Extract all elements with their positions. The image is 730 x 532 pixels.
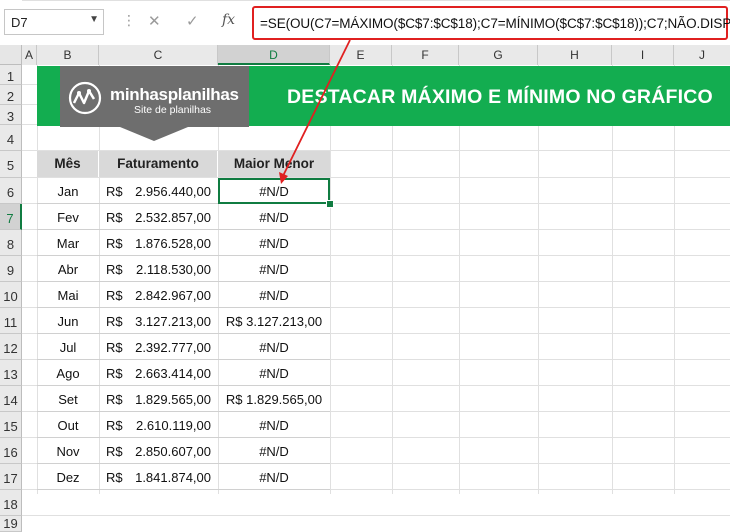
- cell-revenue[interactable]: 2.532.857,00: [99, 204, 211, 230]
- cell-max-min[interactable]: #N/D: [218, 412, 330, 438]
- cell-month[interactable]: Set: [37, 386, 99, 412]
- row-header-14[interactable]: 14: [0, 386, 22, 412]
- logo-name: minhasplanilhas: [110, 85, 239, 104]
- formula-text: =SE(OU(C7=MÁXIMO($C$7:$C$18);C7=MÍNIMO($…: [260, 16, 730, 31]
- active-cell-d7[interactable]: [218, 178, 330, 204]
- cell-max-min[interactable]: #N/D: [218, 256, 330, 282]
- cell-month[interactable]: Out: [37, 412, 99, 438]
- row-header-7[interactable]: 7: [0, 204, 22, 230]
- cell-revenue[interactable]: 2.850.607,00: [99, 438, 211, 464]
- table-row-border: [37, 489, 330, 490]
- select-all-corner[interactable]: [0, 45, 22, 65]
- cell-max-min[interactable]: #N/D: [218, 204, 330, 230]
- cell-revenue[interactable]: 2.663.414,00: [99, 360, 211, 386]
- cell-month[interactable]: Abr: [37, 256, 99, 282]
- row-header-2[interactable]: 2: [0, 85, 22, 105]
- cell-month[interactable]: Dez: [37, 464, 99, 490]
- cancel-icon[interactable]: ✕: [148, 12, 161, 30]
- grid-line: [22, 515, 730, 516]
- cell-max-min[interactable]: #N/D: [218, 360, 330, 386]
- formula-input[interactable]: =SE(OU(C7=MÁXIMO($C$7:$C$18);C7=MÍNIMO($…: [252, 6, 730, 40]
- column-header-i[interactable]: I: [612, 45, 674, 65]
- column-header-g[interactable]: G: [459, 45, 538, 65]
- row-header-5[interactable]: 5: [0, 151, 22, 178]
- header-revenue: Faturamento: [99, 151, 218, 177]
- cell-max-min[interactable]: #N/D: [218, 230, 330, 256]
- cell-revenue[interactable]: 1.841.874,00: [99, 464, 211, 490]
- cell-month[interactable]: Ago: [37, 360, 99, 386]
- column-header-c[interactable]: C: [99, 45, 218, 65]
- cell-month[interactable]: Jun: [37, 308, 99, 334]
- row-header-11[interactable]: 11: [0, 308, 22, 334]
- row-header-10[interactable]: 10: [0, 282, 22, 308]
- column-header-a[interactable]: A: [22, 45, 37, 65]
- column-header-e[interactable]: E: [330, 45, 392, 65]
- logo-pointer: [120, 127, 188, 141]
- row-header-6[interactable]: 6: [0, 178, 22, 204]
- cell-revenue[interactable]: 1.829.565,00: [99, 386, 211, 412]
- row-header-16[interactable]: 16: [0, 438, 22, 464]
- more-options-icon: ⋮: [122, 12, 136, 28]
- column-header-f[interactable]: F: [392, 45, 459, 65]
- name-box[interactable]: D7 ▼: [4, 9, 104, 35]
- cell-max-min[interactable]: R$ 1.829.565,00: [218, 386, 330, 412]
- grid-line: [22, 0, 730, 1]
- formula-bar-area: D7 ▼ ⋮ ✕ ✓ fx =SE(OU(C7=MÁXIMO($C$7:$C$1…: [0, 0, 730, 45]
- cell-month[interactable]: Jan: [37, 178, 99, 204]
- insert-function-icon[interactable]: fx: [222, 12, 235, 28]
- cell-revenue[interactable]: 2.392.777,00: [99, 334, 211, 360]
- column-header-j[interactable]: J: [674, 45, 730, 65]
- cell-revenue[interactable]: 2.610.119,00: [99, 412, 211, 438]
- row-header-19[interactable]: 19: [0, 516, 22, 532]
- row-header-13[interactable]: 13: [0, 360, 22, 386]
- column-header-h[interactable]: H: [538, 45, 612, 65]
- name-box-value: D7: [11, 15, 28, 30]
- row-header-15[interactable]: 15: [0, 412, 22, 438]
- cell-max-min[interactable]: #N/D: [218, 464, 330, 490]
- header-month: Mês: [37, 151, 99, 177]
- cell-revenue[interactable]: 3.127.213,00: [99, 308, 211, 334]
- column-header-d[interactable]: D: [218, 45, 330, 65]
- cell-month[interactable]: Mai: [37, 282, 99, 308]
- cell-revenue[interactable]: 1.876.528,00: [99, 230, 211, 256]
- row-header-1[interactable]: 1: [0, 65, 22, 85]
- logo-subtitle: Site de planilhas: [134, 104, 212, 116]
- cell-month[interactable]: Mar: [37, 230, 99, 256]
- cell-month[interactable]: Fev: [37, 204, 99, 230]
- cell-revenue[interactable]: 2.118.530,00: [99, 256, 211, 282]
- cell-month[interactable]: Jul: [37, 334, 99, 360]
- cell-max-min[interactable]: #N/D: [218, 282, 330, 308]
- row-header-8[interactable]: 8: [0, 230, 22, 256]
- cell-revenue[interactable]: 2.956.440,00: [99, 178, 211, 204]
- cell-max-min[interactable]: #N/D: [218, 438, 330, 464]
- cell-max-min[interactable]: R$ 3.127.213,00: [218, 308, 330, 334]
- banner-title: DESTACAR MÁXIMO E MÍNIMO NO GRÁFICO: [287, 86, 713, 108]
- row-header-9[interactable]: 9: [0, 256, 22, 282]
- cell-max-min[interactable]: #N/D: [218, 334, 330, 360]
- row-header-4[interactable]: 4: [0, 125, 22, 151]
- row-header-17[interactable]: 17: [0, 464, 22, 490]
- chevron-down-icon[interactable]: ▼: [89, 14, 99, 25]
- header-max-min: Maior Menor: [218, 151, 330, 177]
- fill-handle[interactable]: [326, 200, 334, 208]
- cell-revenue[interactable]: 2.842.967,00: [99, 282, 211, 308]
- enter-icon[interactable]: ✓: [186, 12, 199, 30]
- row-header-3[interactable]: 3: [0, 105, 22, 125]
- row-header-12[interactable]: 12: [0, 334, 22, 360]
- cell-month[interactable]: Nov: [37, 438, 99, 464]
- column-header-b[interactable]: B: [37, 45, 99, 65]
- logo-icon: [68, 81, 102, 115]
